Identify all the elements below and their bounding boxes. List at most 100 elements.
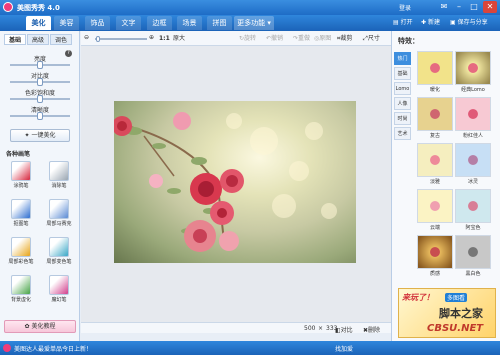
compare-button[interactable]: ◧对比 [335, 325, 353, 334]
effect-thumbnail [417, 143, 453, 177]
effect-thumbnail [417, 97, 453, 131]
tab-basic[interactable]: 基础 [4, 34, 26, 45]
tab-scene[interactable]: 场景 [177, 16, 202, 30]
brush-bg-blur[interactable]: 背景虚化 [4, 273, 38, 307]
close-button[interactable]: ✕ [483, 1, 497, 13]
tab-text[interactable]: 文字 [116, 16, 141, 30]
redo-button[interactable]: ↷重做 [293, 34, 310, 43]
effects-tab-basic[interactable]: 基础 [394, 67, 411, 80]
left-panel: 基础 高级 调色 ? 亮度 对比度 色彩饱和度 清晰度 ✦ 一键美化 各种画笔 … [0, 31, 80, 341]
doodle-pen-icon [11, 161, 31, 181]
open-button[interactable]: ▤ 打开 [393, 18, 413, 28]
app-window: 美图秀秀 4.0 登录 ✉ – □ ✕ 美化 美容 饰品 文字 边框 场景 拼图… [0, 0, 500, 355]
minimize-button[interactable]: – [452, 1, 466, 13]
zoom-in-icon[interactable]: ⊕ [149, 33, 154, 42]
promo-message[interactable]: 美图达人最爱单品今日上新！ [14, 344, 92, 353]
save-icon: ▣ [450, 19, 456, 26]
effects-tab-portrait[interactable]: 人像 [394, 97, 411, 110]
pink-roses-photo[interactable] [114, 101, 356, 263]
effect-warm[interactable]: 暖化 [416, 51, 454, 95]
image-width: 500 [304, 325, 316, 332]
saturation-slider-knob[interactable] [37, 95, 43, 103]
new-file-icon: ✚ [421, 19, 427, 26]
watermark-domain: CBSU.NET [427, 323, 484, 334]
brush-mosaic[interactable]: 局部马赛克 [42, 197, 76, 231]
zoom-slider-knob[interactable] [96, 36, 100, 42]
save-share-button[interactable]: ▣ 保存与分享 [450, 18, 488, 28]
cutout-pen-icon [11, 199, 31, 219]
social-link[interactable]: 找加爱 [335, 344, 353, 353]
zoom-slider[interactable] [95, 36, 147, 42]
resize-button[interactable]: ⤢尺寸 [363, 34, 380, 43]
effects-tab-art[interactable]: 艺术 [394, 127, 411, 140]
brush-magic[interactable]: 魔幻笔 [42, 273, 76, 307]
tab-accessories[interactable]: 饰品 [85, 16, 110, 30]
crop-button[interactable]: ⌗裁剪 [337, 34, 352, 43]
zoom-ratio-button[interactable]: 1:1 [159, 34, 170, 43]
original-image-button[interactable]: ◎原图 [314, 34, 331, 43]
watermark-brand: 脚本之家 [439, 307, 483, 320]
rotate-button[interactable]: ↻旋转 [239, 34, 256, 43]
effect-thumbnail [455, 97, 491, 131]
tab-collage[interactable]: 拼图 [207, 16, 232, 30]
feedback-icon[interactable]: ✉ [437, 1, 451, 13]
effect-black-white[interactable]: 黑白色 [454, 235, 492, 279]
app-logo-icon [3, 2, 13, 12]
tab-beautify[interactable]: 美化 [26, 16, 51, 30]
effect-texture[interactable]: 质感 [416, 235, 454, 279]
bottom-bar: 美图达人最爱单品今日上新！ 找加爱 [0, 341, 500, 355]
app-title: 美图秀秀 4.0 [17, 4, 60, 12]
sharpness-slider-knob[interactable] [37, 112, 43, 120]
effect-thumbnail [417, 189, 453, 223]
effect-thumbnail [455, 51, 491, 85]
effects-tab-fashion[interactable]: 时尚 [394, 112, 411, 125]
beautify-tutorial-button[interactable]: ✿ 美化教程 [4, 320, 76, 333]
saturation-slider[interactable] [10, 95, 70, 103]
sharpness-slider[interactable] [10, 112, 70, 120]
tab-more-functions[interactable]: 更多功能 ▾ [234, 16, 274, 30]
undo-button[interactable]: ↶撤销 [266, 34, 283, 43]
effects-panel: 特效： 热门 基础 Lomo 人像 时尚 艺术 暖化 经典Lomo 复古 粉红佳… [391, 31, 500, 341]
main-tab-bar: 美化 美容 饰品 文字 边框 场景 拼图 更多功能 ▾ ▤ 打开 ✚ 新建 ▣ … [0, 15, 500, 31]
original-size-button[interactable]: 原大 [173, 34, 185, 43]
one-click-beautify-button[interactable]: ✦ 一键美化 [10, 129, 70, 142]
brightness-slider[interactable] [10, 61, 70, 69]
color-brush-icon [11, 237, 31, 257]
recolor-brush-icon [49, 237, 69, 257]
brush-section-title: 各种画笔 [6, 151, 31, 158]
delete-button[interactable]: ✖删除 [363, 325, 380, 334]
contrast-slider-knob[interactable] [37, 78, 43, 86]
brush-local-color[interactable]: 局部彩色笔 [4, 235, 38, 269]
tab-skin[interactable]: 美容 [54, 16, 79, 30]
brightness-slider-knob[interactable] [37, 61, 43, 69]
tab-border[interactable]: 边框 [147, 16, 172, 30]
ad-headline: 来玩了！ [402, 293, 434, 302]
new-button[interactable]: ✚ 新建 [421, 18, 440, 28]
brush-cutout[interactable]: 抠图笔 [4, 197, 38, 231]
canvas-area [81, 46, 391, 322]
contrast-slider[interactable] [10, 78, 70, 86]
brush-eraser[interactable]: 消除笔 [42, 159, 76, 193]
magic-pen-icon [49, 275, 69, 295]
zoom-out-icon[interactable]: ⊖ [84, 33, 89, 42]
login-link[interactable]: 登录 [399, 3, 411, 12]
effect-elegant[interactable]: 淡雅 [416, 143, 454, 187]
effect-retro[interactable]: 复古 [416, 97, 454, 141]
eraser-icon [49, 161, 69, 181]
ad-banner[interactable]: 来玩了！ 多图看 脚本之家 CBSU.NET [398, 288, 496, 338]
tab-color-tune[interactable]: 调色 [50, 34, 72, 45]
effect-classic-lomo[interactable]: 经典Lomo [454, 51, 492, 95]
tab-advanced[interactable]: 高级 [27, 34, 49, 45]
wand-icon: ✦ [24, 132, 30, 139]
brush-doodle[interactable]: 涂鸦笔 [4, 159, 38, 193]
effects-tab-hot[interactable]: 热门 [394, 52, 411, 65]
effects-tab-lomo[interactable]: Lomo [394, 82, 411, 95]
app-small-logo-icon [3, 344, 11, 352]
effect-ice[interactable]: 冰灵 [454, 143, 492, 187]
effect-pink-lady[interactable]: 粉红佳人 [454, 97, 492, 141]
effect-cloud[interactable]: 云端 [416, 189, 454, 233]
maximize-button[interactable]: □ [467, 1, 481, 13]
brush-recolor[interactable]: 局部变色笔 [42, 235, 76, 269]
effect-abao[interactable]: 阿宝色 [454, 189, 492, 233]
effect-thumbnail [417, 51, 453, 85]
